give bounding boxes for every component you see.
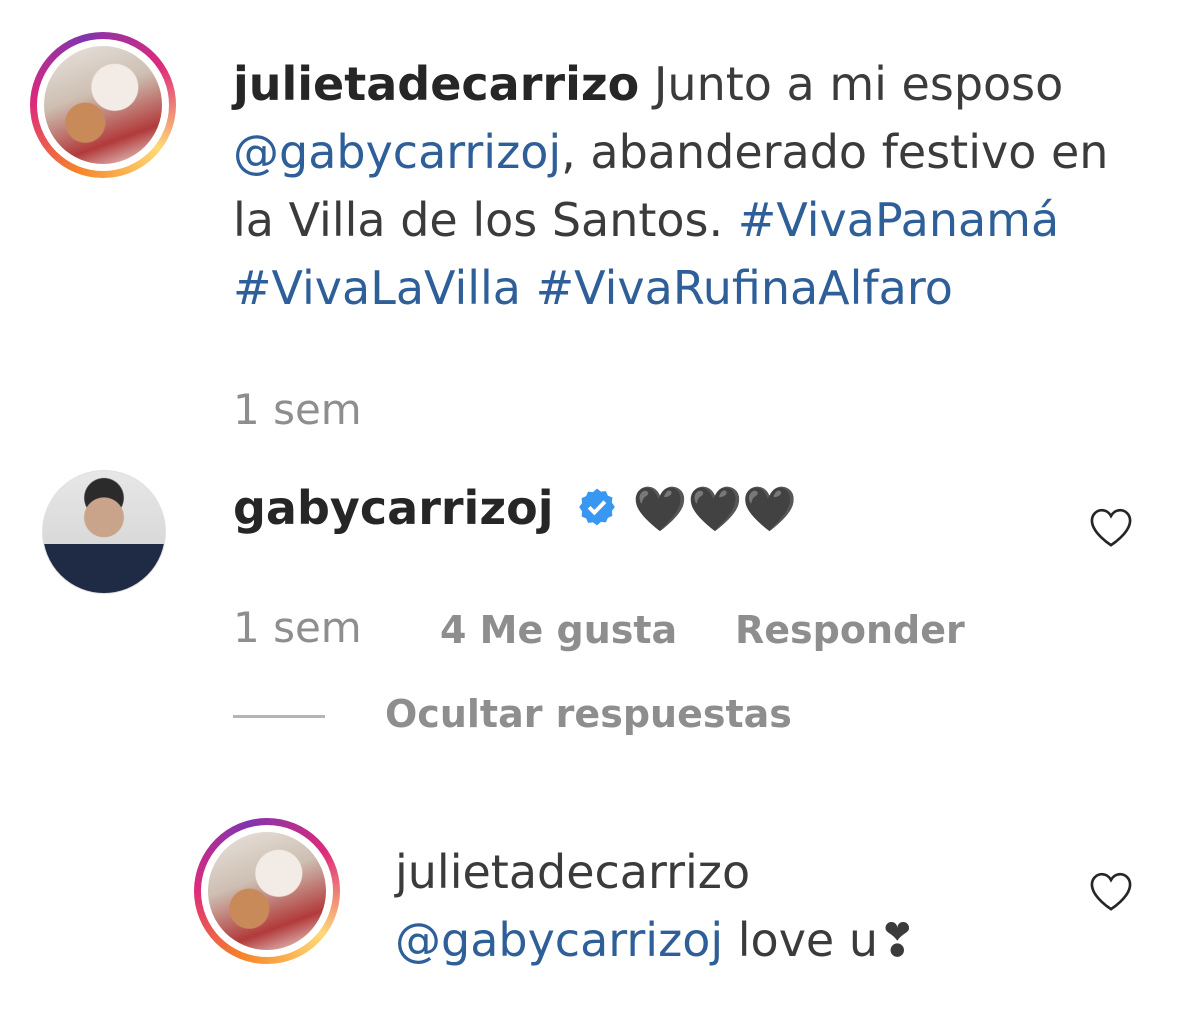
reply-username[interactable]: julietadecarrizo: [395, 845, 750, 899]
avatar-photo: [208, 832, 326, 950]
hashtag-link[interactable]: #VivaPanamá: [738, 193, 1059, 247]
reply-text: love u❣: [723, 913, 917, 967]
heart-outline-icon[interactable]: [1088, 870, 1134, 916]
comment-text: 🖤🖤🖤: [632, 484, 798, 535]
caption-mention[interactable]: @gabycarrizoj: [233, 125, 561, 179]
caption-text: Junto a mi esposo: [653, 57, 1064, 111]
comment-likes[interactable]: 4 Me gusta: [440, 608, 677, 652]
heart-outline-icon[interactable]: [1088, 506, 1134, 552]
comment-timestamp: 1 sem: [233, 603, 362, 652]
hashtag-link[interactable]: #VivaLaVilla: [233, 261, 521, 315]
post-timestamp: 1 sem: [233, 385, 362, 434]
comment-body: gabycarrizoj 🖤🖤🖤: [233, 478, 797, 542]
reply-author-avatar[interactable]: [194, 818, 340, 964]
reply-button[interactable]: Responder: [735, 608, 965, 652]
verified-badge-icon: [576, 482, 618, 542]
comment-avatar[interactable]: [42, 470, 166, 594]
hide-replies-button[interactable]: Ocultar respuestas: [385, 692, 792, 736]
comment-username[interactable]: gabycarrizoj: [233, 481, 553, 535]
post-caption: julietadecarrizo Junto a mi esposo @gaby…: [233, 50, 1153, 322]
reply-mention[interactable]: @gabycarrizoj: [395, 913, 723, 967]
hashtag-link[interactable]: #VivaRufinaAlfaro: [536, 261, 953, 315]
post-author-username[interactable]: julietadecarrizo: [233, 57, 639, 111]
reply-body: julietadecarrizo @gabycarrizoj love u❣: [395, 838, 1055, 974]
post-author-avatar[interactable]: [30, 32, 176, 178]
replies-divider: [233, 715, 325, 718]
avatar-photo: [44, 46, 162, 164]
